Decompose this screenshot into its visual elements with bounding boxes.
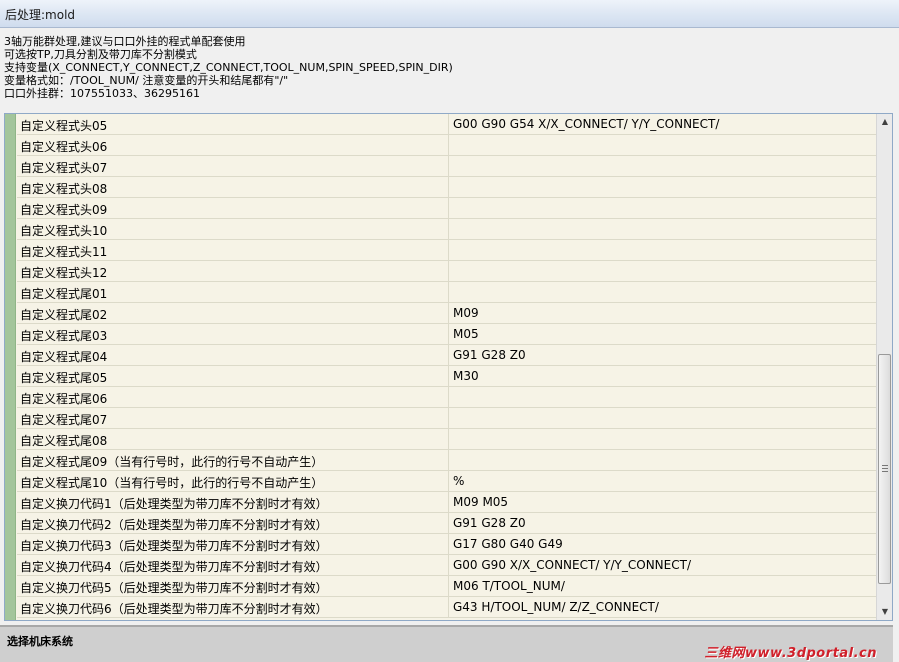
grip-icon bbox=[882, 465, 888, 472]
window-edge bbox=[893, 28, 899, 662]
property-name: 自定义程式头10 bbox=[17, 219, 449, 239]
description-panel: 3轴万能群处理,建议与口口外挂的程式单配套使用 可选按TP,刀具分割及带刀库不分… bbox=[4, 35, 884, 100]
grid-row[interactable]: 自定义程式头11 bbox=[17, 240, 877, 261]
property-name: 自定义程式头11 bbox=[17, 240, 449, 260]
property-name: 自定义程式尾01 bbox=[17, 282, 449, 302]
property-value[interactable]: M30 bbox=[449, 366, 877, 386]
grid-row[interactable]: 自定义程式头08 bbox=[17, 177, 877, 198]
grid-row[interactable]: 自定义程式尾06 bbox=[17, 387, 877, 408]
property-value[interactable]: G00 G90 X/X_CONNECT/ Y/Y_CONNECT/ bbox=[449, 555, 877, 575]
grid-row[interactable]: 自定义程式尾03 M05 bbox=[17, 324, 877, 345]
property-value[interactable] bbox=[449, 387, 877, 407]
property-grid-rows: 自定义程式头05 G00 G90 G54 X/X_CONNECT/ Y/Y_CON… bbox=[17, 114, 877, 618]
property-name: 自定义换刀代码6（后处理类型为带刀库不分割时才有效） bbox=[17, 597, 449, 617]
property-name: 自定义程式头12 bbox=[17, 261, 449, 281]
property-value[interactable]: % bbox=[449, 471, 877, 491]
grid-row[interactable]: 自定义程式尾10（当有行号时，此行的行号不自动产生）% bbox=[17, 471, 877, 492]
grid-row[interactable]: 自定义换刀代码5（后处理类型为带刀库不分割时才有效） M06 T/TOOL_NUM… bbox=[17, 576, 877, 597]
grid-row[interactable]: 自定义程式头07 bbox=[17, 156, 877, 177]
property-name: 自定义换刀代码5（后处理类型为带刀库不分割时才有效） bbox=[17, 576, 449, 596]
property-value[interactable] bbox=[449, 198, 877, 218]
property-value[interactable]: M09 bbox=[449, 303, 877, 323]
window-titlebar: 后处理:mold bbox=[0, 0, 899, 28]
property-name: 自定义程式头08 bbox=[17, 177, 449, 197]
grid-row[interactable]: 自定义程式尾04 G91 G28 Z0 bbox=[17, 345, 877, 366]
grid-row[interactable]: 自定义程式头06 bbox=[17, 135, 877, 156]
info-line: 3轴万能群处理,建议与口口外挂的程式单配套使用 bbox=[4, 35, 246, 48]
property-value[interactable] bbox=[449, 156, 877, 176]
grid-row[interactable]: 自定义程式头10 bbox=[17, 219, 877, 240]
property-value[interactable] bbox=[449, 177, 877, 197]
grid-row[interactable]: 自定义程式尾08 bbox=[17, 429, 877, 450]
property-value[interactable]: G17 G80 G40 G49 bbox=[449, 534, 877, 554]
property-name: 自定义程式尾05 bbox=[17, 366, 449, 386]
property-value[interactable] bbox=[449, 282, 877, 302]
property-name: 自定义程式头09 bbox=[17, 198, 449, 218]
property-name: 自定义程式头05 bbox=[17, 114, 449, 134]
property-value[interactable]: M05 bbox=[449, 324, 877, 344]
grid-gutter bbox=[5, 114, 16, 620]
property-value[interactable]: M06 T/TOOL_NUM/ bbox=[449, 576, 877, 596]
property-name: 自定义换刀代码4（后处理类型为带刀库不分割时才有效） bbox=[17, 555, 449, 575]
info-line: 口口外挂群：107551033、36295161 bbox=[4, 87, 200, 100]
scroll-down-icon[interactable]: ▼ bbox=[877, 604, 892, 620]
property-value[interactable] bbox=[449, 408, 877, 428]
info-line: 可选按TP,刀具分割及带刀库不分割模式 bbox=[4, 48, 197, 61]
property-grid: 自定义程式头05 G00 G90 G54 X/X_CONNECT/ Y/Y_CON… bbox=[4, 113, 893, 621]
grid-row[interactable]: 自定义程式尾01 bbox=[17, 282, 877, 303]
property-value[interactable]: M09 M05 bbox=[449, 492, 877, 512]
grid-row[interactable]: 自定义程式头12 bbox=[17, 261, 877, 282]
grid-row[interactable]: 自定义程式头05 G00 G90 G54 X/X_CONNECT/ Y/Y_CON… bbox=[17, 114, 877, 135]
property-name: 自定义程式尾06 bbox=[17, 387, 449, 407]
property-name: 自定义程式尾07 bbox=[17, 408, 449, 428]
property-value[interactable] bbox=[449, 135, 877, 155]
property-value[interactable]: G43 H/TOOL_NUM/ Z/Z_CONNECT/ bbox=[449, 597, 877, 617]
property-value[interactable] bbox=[449, 219, 877, 239]
property-name: 自定义换刀代码3（后处理类型为带刀库不分割时才有效） bbox=[17, 534, 449, 554]
property-value[interactable] bbox=[449, 429, 877, 449]
scrollbar-thumb[interactable] bbox=[878, 354, 891, 584]
grid-row[interactable]: 自定义程式头09 bbox=[17, 198, 877, 219]
property-name: 自定义换刀代码2（后处理类型为带刀库不分割时才有效） bbox=[17, 513, 449, 533]
grid-row[interactable]: 自定义换刀代码3（后处理类型为带刀库不分割时才有效） G17 G80 G40 G4… bbox=[17, 534, 877, 555]
grid-row[interactable]: 自定义换刀代码2（后处理类型为带刀库不分割时才有效） G91 G28 Z0 bbox=[17, 513, 877, 534]
grid-row[interactable]: 自定义换刀代码4（后处理类型为带刀库不分割时才有效） G00 G90 X/X_CO… bbox=[17, 555, 877, 576]
grid-row[interactable]: 自定义换刀代码6（后处理类型为带刀库不分割时才有效） G43 H/TOOL_NUM… bbox=[17, 597, 877, 618]
grid-row[interactable]: 自定义程式尾02 M09 bbox=[17, 303, 877, 324]
scroll-up-icon[interactable]: ▲ bbox=[877, 114, 892, 130]
vertical-scrollbar[interactable]: ▲ ▼ bbox=[876, 114, 892, 620]
property-name: 自定义程式尾08 bbox=[17, 429, 449, 449]
bottom-panel: 选择机床系统 三维网www.3dportal.cn bbox=[0, 625, 893, 662]
watermark: 三维网www.3dportal.cn bbox=[704, 646, 877, 661]
info-line: 变量格式如：/TOOL_NUM/ 注意变量的开头和结尾都有"/" bbox=[4, 74, 289, 87]
grid-row[interactable]: 自定义程式尾07 bbox=[17, 408, 877, 429]
property-value[interactable] bbox=[449, 240, 877, 260]
property-name: 自定义程式尾10（当有行号时，此行的行号不自动产生） bbox=[17, 471, 449, 491]
property-name: 自定义程式尾02 bbox=[17, 303, 449, 323]
property-value[interactable] bbox=[449, 450, 877, 470]
property-name: 自定义换刀代码1（后处理类型为带刀库不分割时才有效） bbox=[17, 492, 449, 512]
property-name: 自定义程式尾04 bbox=[17, 345, 449, 365]
window-title: 后处理:mold bbox=[5, 8, 76, 22]
property-name: 自定义程式尾03 bbox=[17, 324, 449, 344]
grid-row[interactable]: 自定义程式尾05 M30 bbox=[17, 366, 877, 387]
property-name: 自定义程式头06 bbox=[17, 135, 449, 155]
property-value[interactable] bbox=[449, 261, 877, 281]
machine-system-heading: 选择机床系统 bbox=[7, 635, 73, 648]
info-line: 支持变量(X_CONNECT,Y_CONNECT,Z_CONNECT,TOOL_… bbox=[4, 61, 453, 74]
property-value[interactable]: G00 G90 G54 X/X_CONNECT/ Y/Y_CONNECT/ bbox=[449, 114, 877, 134]
property-value[interactable]: G91 G28 Z0 bbox=[449, 513, 877, 533]
property-name: 自定义程式头07 bbox=[17, 156, 449, 176]
property-name: 自定义程式尾09（当有行号时，此行的行号不自动产生） bbox=[17, 450, 449, 470]
grid-row[interactable]: 自定义程式尾09（当有行号时，此行的行号不自动产生） bbox=[17, 450, 877, 471]
grid-row[interactable]: 自定义换刀代码1（后处理类型为带刀库不分割时才有效） M09 M05 bbox=[17, 492, 877, 513]
property-value[interactable]: G91 G28 Z0 bbox=[449, 345, 877, 365]
